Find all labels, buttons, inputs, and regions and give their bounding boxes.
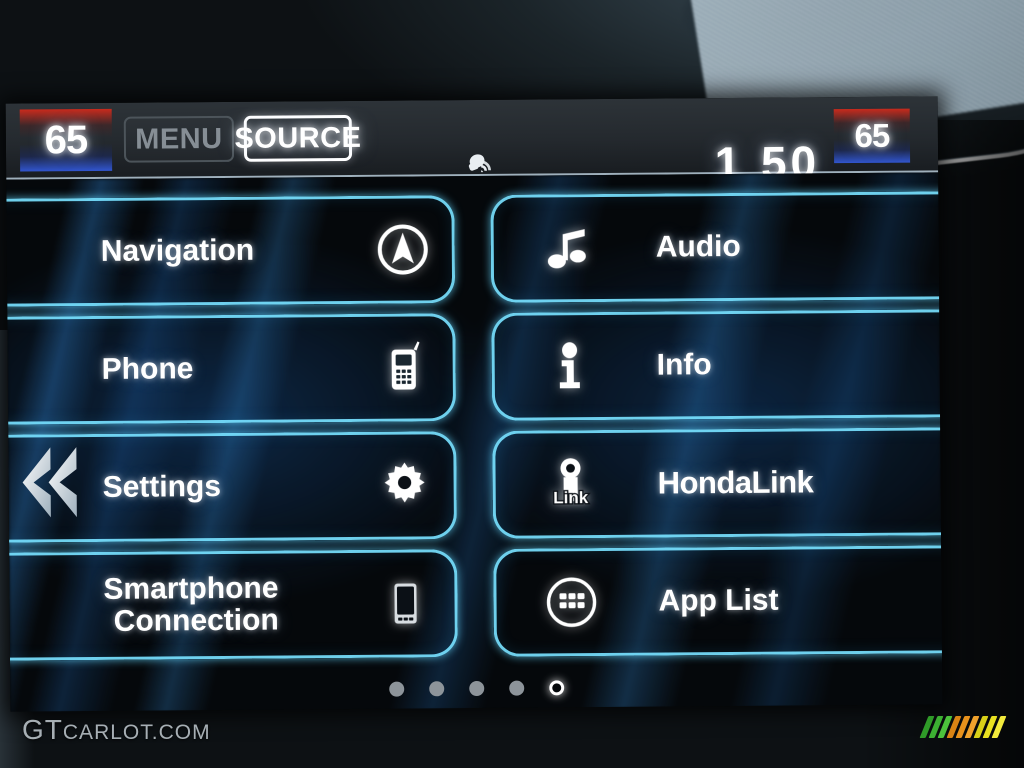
app-grid-icon xyxy=(540,571,602,633)
page-dot-3[interactable] xyxy=(468,680,484,697)
menu-tile-hondalink-label: HondaLink xyxy=(657,464,814,501)
page-dot-5-active[interactable] xyxy=(548,680,564,696)
driver-temperature-readout[interactable]: 65 xyxy=(19,108,113,172)
infotainment-screen: 65 MENU SOURCE 1 50 65 Navigation Audio … xyxy=(5,96,943,712)
driver-temperature-value: 65 xyxy=(44,117,88,162)
watermark-gtcarlot: GTCARLOT.COM xyxy=(22,714,211,746)
gear-icon xyxy=(373,454,435,516)
info-i-icon xyxy=(538,335,600,397)
menu-grid: Navigation Audio Phone Info Settings Lin… xyxy=(6,172,943,711)
menu-tile-app-list-label: App List xyxy=(658,583,779,618)
menu-tile-audio[interactable]: Audio xyxy=(490,191,943,303)
menu-tile-hondalink[interactable]: Link HondaLink xyxy=(492,427,943,539)
menu-tile-settings-label: Settings xyxy=(102,469,222,504)
menu-tile-smartphone-connection[interactable]: Smartphone Connection xyxy=(6,549,458,661)
menu-tile-navigation[interactable]: Navigation xyxy=(6,195,456,307)
menu-tile-info[interactable]: Info xyxy=(491,309,943,421)
menu-button-label: MENU xyxy=(135,122,223,156)
menu-tile-info-label: Info xyxy=(656,347,712,382)
menu-tile-audio-label: Audio xyxy=(655,229,741,264)
menu-tile-smartphone-connection-label: Smartphone Connection xyxy=(103,571,279,638)
watermark-brand-primary: GT xyxy=(22,714,63,745)
passenger-temperature-readout[interactable]: 65 xyxy=(833,108,911,164)
music-note-icon xyxy=(538,217,600,279)
menu-tile-phone[interactable]: Phone xyxy=(6,313,457,425)
svg-text:Link: Link xyxy=(553,488,589,507)
watermark-brand-secondary: CARLOT.COM xyxy=(62,721,211,744)
logo-bars-icon xyxy=(919,716,1007,738)
passenger-temperature-value: 65 xyxy=(854,116,890,155)
navigation-compass-icon xyxy=(372,218,434,280)
menu-tile-navigation-label: Navigation xyxy=(100,233,255,268)
home-menu-area: Navigation Audio Phone Info Settings Lin… xyxy=(6,172,943,712)
menu-tile-app-list[interactable]: App List xyxy=(493,545,943,657)
cellphone-icon xyxy=(372,336,434,398)
source-button-label: SOURCE xyxy=(234,121,362,155)
menu-button[interactable]: MENU xyxy=(123,115,235,163)
hondalink-pin-icon: Link xyxy=(539,453,601,515)
status-bar: 65 MENU SOURCE 1 50 65 xyxy=(5,96,939,189)
page-dot-1[interactable] xyxy=(388,681,404,697)
page-dot-2[interactable] xyxy=(428,681,444,697)
page-dot-4[interactable] xyxy=(508,680,524,696)
menu-tile-phone-label: Phone xyxy=(101,352,194,386)
smartphone-icon xyxy=(374,572,436,634)
source-button[interactable]: SOURCE xyxy=(234,114,362,162)
double-chevron-left-icon[interactable] xyxy=(20,443,79,521)
